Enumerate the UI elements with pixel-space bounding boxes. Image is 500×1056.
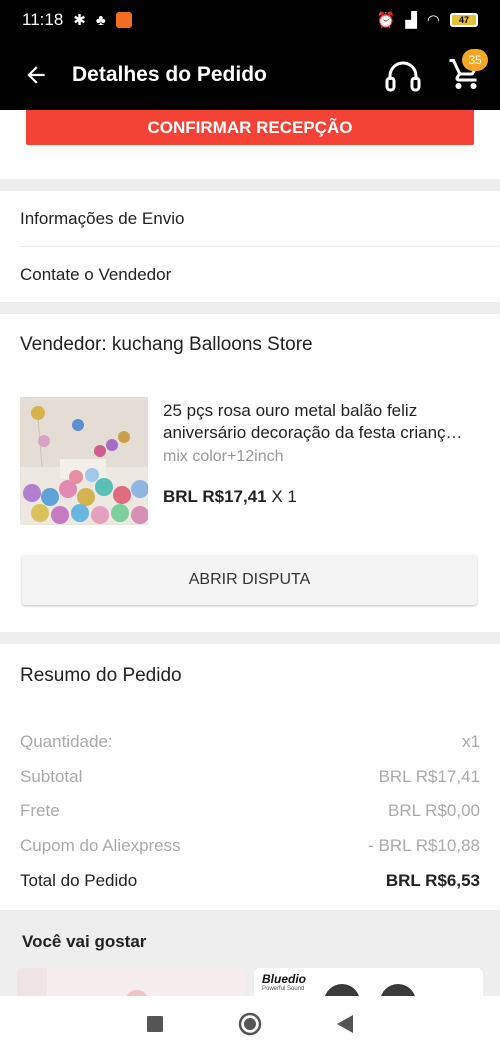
product-price-line: BRL R$17,41 X 1 [163,487,297,507]
system-nav-bar [0,996,500,1056]
product-image [17,968,245,996]
bluetooth-icon: ✱ [73,12,86,29]
product-title-line2: aniversário decoração da festa crianç… [163,423,463,442]
page-title: Detalhes do Pedido [72,63,267,86]
total-value: BRL R$6,53 [385,871,480,890]
headphones-image [325,984,415,996]
balloons-image [20,397,148,525]
summary-value: - BRL R$10,88 [368,836,480,855]
summary-value: x1 [462,732,480,751]
summary-row-shipping: Frete BRL R$0,00 [20,801,480,821]
square-icon [147,1015,164,1032]
brand-logo: Bluedio [262,972,306,986]
summary-value: BRL R$0,00 [388,801,480,820]
product-price: BRL R$17,41 [163,487,267,506]
shipping-info-label: Informações de Envio [20,209,185,228]
contact-seller-item[interactable]: Contate o Vendedor [0,247,500,303]
cart-count-badge: 35 [462,49,488,71]
product-title[interactable]: 25 pçs rosa ouro metal balão feliz anive… [163,400,483,444]
summary-label: Frete [20,801,60,820]
summary-row-total: Total do Pedido BRL R$6,53 [20,871,480,891]
status-time: 11:18 [22,10,64,29]
product-thumbnail[interactable] [20,397,148,525]
summary-label: Subtotal [20,767,83,786]
open-dispute-button[interactable]: ABRIR DISPUTA [22,555,477,605]
section-divider [0,632,500,644]
summary-value: BRL R$17,41 [378,767,480,786]
total-label: Total do Pedido [20,871,138,890]
wifi-icon: ◠ [426,12,440,29]
app-notification-icon [115,12,132,28]
signal-icon: ▟ [405,12,417,29]
headset-icon [385,61,421,92]
product-title-line1: 25 pçs rosa ouro metal balão feliz [163,401,418,420]
summary-row-quantity: Quantidade: x1 [20,732,480,752]
seller-name[interactable]: Vendedor: kuchang Balloons Store [20,334,313,356]
contact-seller-label: Contate o Vendedor [20,265,172,284]
product-variant: mix color+12inch [163,448,284,465]
recent-apps-button[interactable] [147,1015,164,1037]
status-bar: 11:18 ✱ ♣ ⏰ ▟ ◠ 47 [0,0,500,40]
alarm-off-icon: ⏰ [376,12,396,29]
summary-row-subtotal: Subtotal BRL R$17,41 [20,767,480,787]
battery-icon: 47 [450,13,478,27]
customer-service-button[interactable] [384,58,422,96]
arrow-left-icon [27,66,45,84]
back-button[interactable] [0,40,72,110]
triangle-back-icon [336,1014,353,1033]
notification-icon: ♣ [95,11,106,29]
home-button[interactable] [238,1012,262,1041]
summary-label: Cupom do Aliexpress [20,836,181,855]
section-divider [0,302,500,314]
order-summary-title: Resumo do Pedido [20,665,182,686]
app-bar: Detalhes do Pedido [0,40,500,110]
summary-label: Quantidade: [20,732,113,751]
summary-row-coupon: Cupom do Aliexpress - BRL R$10,88 [20,836,480,856]
section-divider [0,179,500,191]
recommendation-card[interactable] [17,968,245,996]
back-nav-button[interactable] [336,1014,353,1038]
recommendations-title: Você vai gostar [22,932,147,951]
circle-icon [238,1012,262,1035]
recommendation-card[interactable]: Bluedio Powerful Sound [254,968,483,996]
brand-tagline: Powerful Sound [262,986,305,992]
product-quantity: X 1 [271,487,297,506]
shipping-info-item[interactable]: Informações de Envio [0,191,500,247]
confirm-receipt-button[interactable]: CONFIRMAR RECEPÇÃO [26,110,474,145]
